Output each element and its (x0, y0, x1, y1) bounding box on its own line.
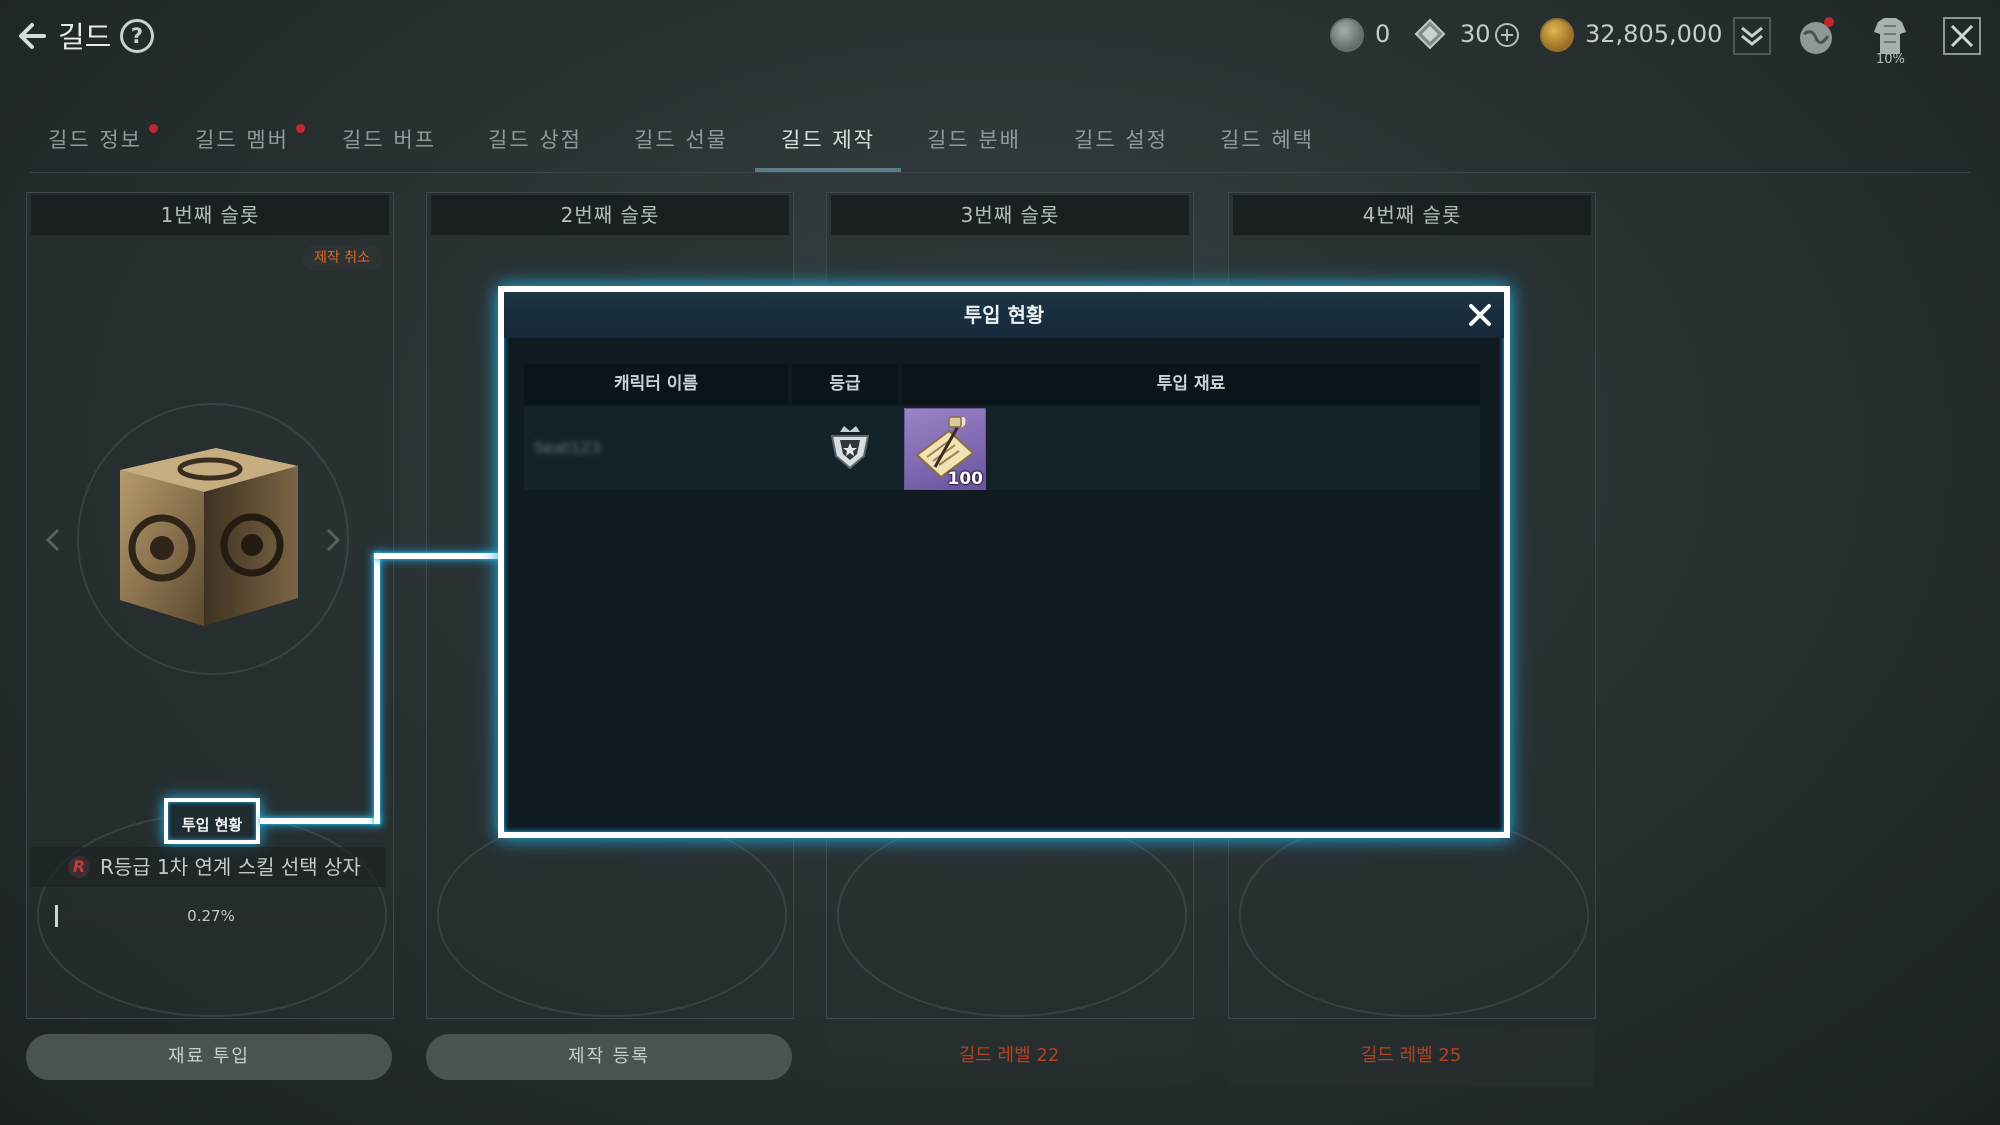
slot-title: 2번째 슬롯 (431, 195, 789, 235)
slot-title: 1번째 슬롯 (31, 195, 389, 235)
progress-text: 0.27% (187, 907, 235, 925)
material-count: 100 (947, 469, 984, 489)
rank-badge: R (68, 856, 90, 878)
table-row (524, 406, 1480, 490)
slot-title: 3번째 슬롯 (831, 195, 1189, 235)
close-window-icon[interactable] (1940, 14, 1984, 58)
tab-guild-gift[interactable]: 길드 선물 (608, 124, 754, 174)
gold-value: 32,805,000 (1585, 20, 1723, 48)
next-item-arrow-icon[interactable] (322, 526, 344, 554)
tab-guild-crafting[interactable]: 길드 제작 (755, 124, 901, 174)
magic-circle-deco (437, 813, 787, 1017)
magic-circle-deco (837, 813, 1187, 1017)
world-map-icon[interactable] (1794, 14, 1838, 58)
column-header-character-name: 캐릭터 이름 (524, 364, 788, 404)
slot-4-requirement: 길드 레벨 25 (1228, 1026, 1594, 1086)
input-status-button[interactable]: 투입 현황 (164, 798, 260, 844)
column-header-material: 투입 재료 (902, 364, 1480, 404)
tab-guild-buff[interactable]: 길드 버프 (316, 124, 462, 174)
slot-3-requirement: 길드 레벨 22 (826, 1026, 1192, 1086)
item-name: R등급 1차 연계 스킬 선택 상자 (100, 855, 361, 879)
material-slot[interactable]: 100 (904, 408, 986, 490)
input-status-popup: 투입 현황 캐릭터 이름 등급 투입 재료 Seat123 100 (498, 286, 1510, 838)
active-tab-indicator (755, 168, 901, 172)
skill-box-item-icon (120, 448, 298, 626)
silver-coin-icon (1330, 18, 1364, 52)
tab-guild-info[interactable]: 길드 정보 (22, 124, 168, 174)
top-bar: 길드 ? 0 30 32,805,000 10% (0, 0, 2000, 72)
expand-resources-icon[interactable] (1730, 14, 1774, 58)
tab-guild-members[interactable]: 길드 멤버 (169, 124, 315, 174)
prev-item-arrow-icon[interactable] (42, 526, 64, 554)
tab-guild-settings[interactable]: 길드 설정 (1048, 124, 1194, 174)
callout-line (374, 553, 500, 559)
add-diamond-icon[interactable] (1494, 22, 1520, 48)
cancel-crafting-button[interactable]: 제작 취소 (302, 245, 382, 271)
help-icon[interactable]: ? (120, 19, 154, 53)
silver-coin-value: 0 (1375, 20, 1391, 48)
column-header-grade: 등급 (792, 364, 898, 404)
tab-guild-distribution[interactable]: 길드 분배 (901, 124, 1047, 174)
popup-title: 투입 현황 (963, 303, 1045, 327)
diamond-value: 30 (1460, 20, 1491, 48)
magic-circle-deco (1239, 813, 1589, 1017)
page-title: 길드 (58, 20, 112, 54)
notification-dot (296, 124, 305, 133)
close-icon[interactable] (1466, 301, 1494, 329)
inventory-percent: 10% (1876, 52, 1905, 67)
crown-shield-icon (830, 426, 870, 470)
tab-guild-shop[interactable]: 길드 상점 (462, 124, 608, 174)
tab-guild-benefits[interactable]: 길드 혜택 (1194, 124, 1340, 174)
character-name: Seat123 (534, 438, 601, 457)
callout-line (260, 818, 380, 824)
add-materials-button[interactable]: 재료 투입 (26, 1034, 392, 1080)
callout-line (374, 553, 380, 824)
gold-coin-icon (1540, 18, 1574, 52)
register-crafting-button[interactable]: 제작 등록 (426, 1034, 792, 1080)
slot-title: 4번째 슬롯 (1233, 195, 1591, 235)
notification-dot (149, 124, 158, 133)
diamond-icon (1414, 18, 1446, 50)
back-arrow-icon[interactable] (14, 16, 54, 56)
